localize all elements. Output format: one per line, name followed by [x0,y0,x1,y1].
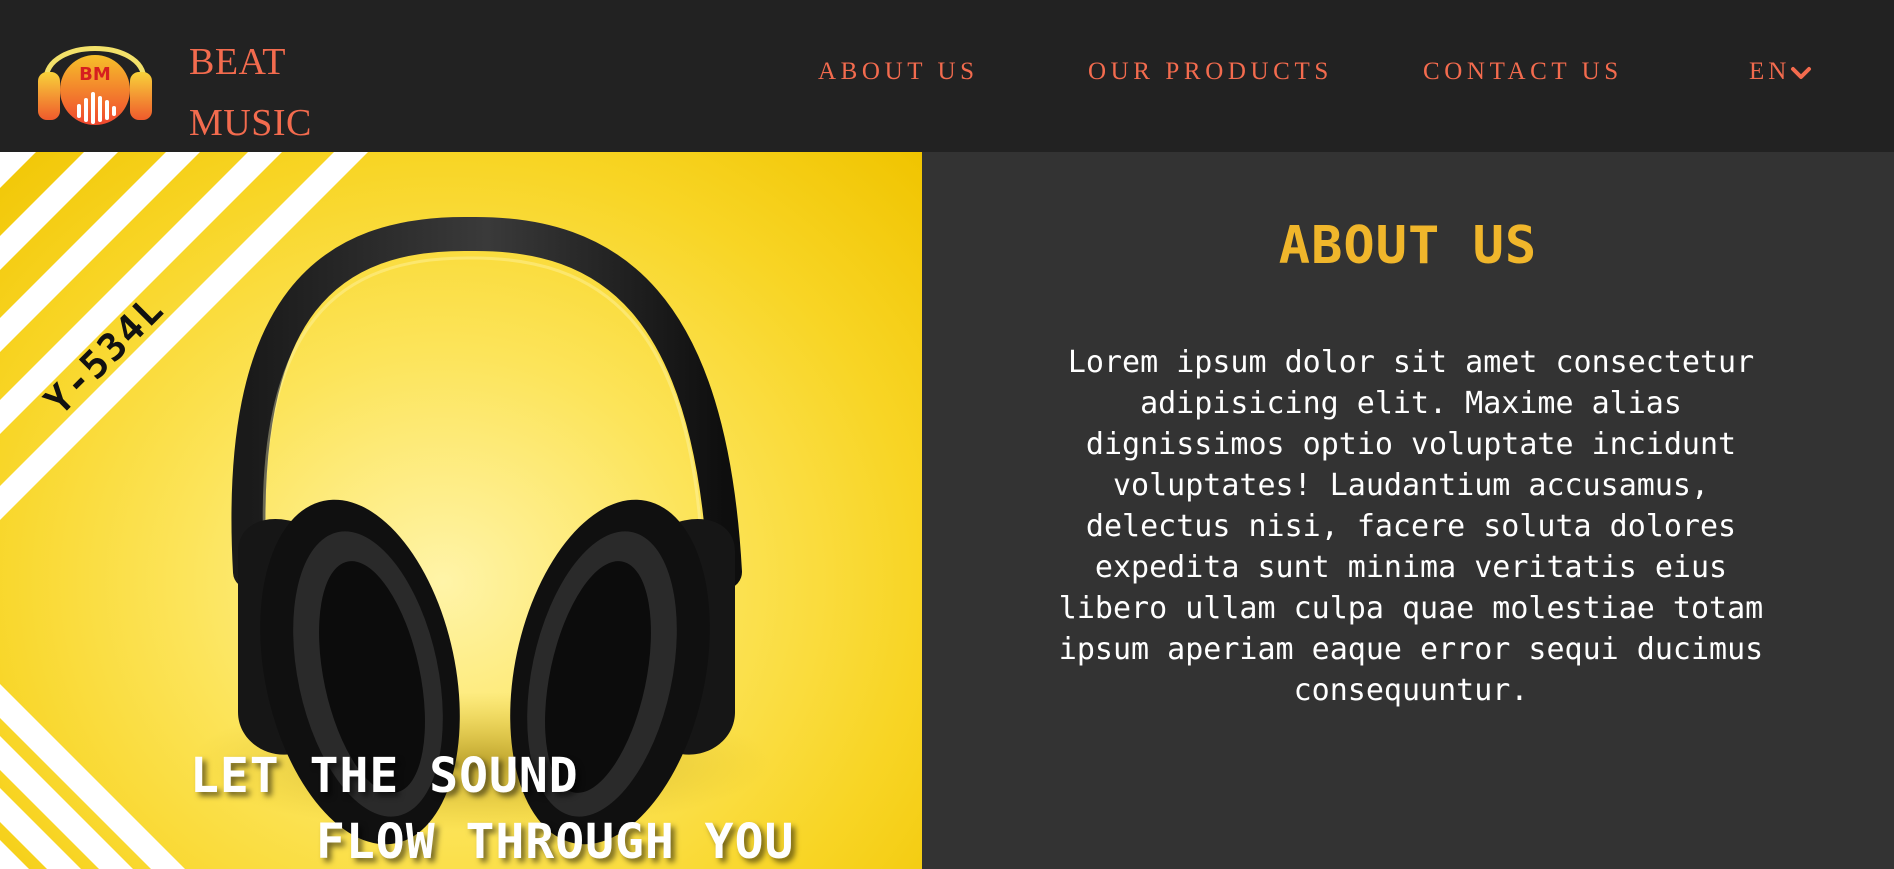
beat-music-logo[interactable]: BM [36,18,154,130]
nav-our-products[interactable]: OUR PRODUCTS [1088,58,1333,86]
slogan-line-1: LET THE SOUND [190,748,579,804]
nav-about-us[interactable]: ABOUT US [818,58,979,86]
language-selector[interactable]: EN [1749,58,1812,86]
about-body: Lorem ipsum dolor sit amet consectetur a… [1058,345,1764,708]
about-section: ABOUT US Lorem ipsum dolor sit amet cons… [922,152,1894,869]
hero-image: Y-534L LET THE SOUND FLOW THROUGH YOU [0,152,922,869]
diagonal-stripes-bottom [0,684,185,869]
brand-line-2: MUSIC [189,102,312,144]
diagonal-stripes-top [0,152,368,520]
slogan-line-2: FLOW THROUGH YOU [316,814,795,869]
chevron-down-icon [1791,67,1812,79]
site-header: BM BEAT MUSIC ABOUT US OUR PRODUCTS CONT… [0,0,1894,152]
nav-contact-us[interactable]: CONTACT US [1423,58,1623,86]
brand-name[interactable]: BEAT MUSIC [189,32,312,154]
about-title: ABOUT US [1278,216,1538,276]
brand-line-1: BEAT [189,41,286,83]
page: BM BEAT MUSIC ABOUT US OUR PRODUCTS CONT… [0,0,1894,869]
language-label: EN [1749,58,1791,85]
logo-letters: BM [79,64,111,85]
headphones-logo-icon: BM [38,46,152,125]
